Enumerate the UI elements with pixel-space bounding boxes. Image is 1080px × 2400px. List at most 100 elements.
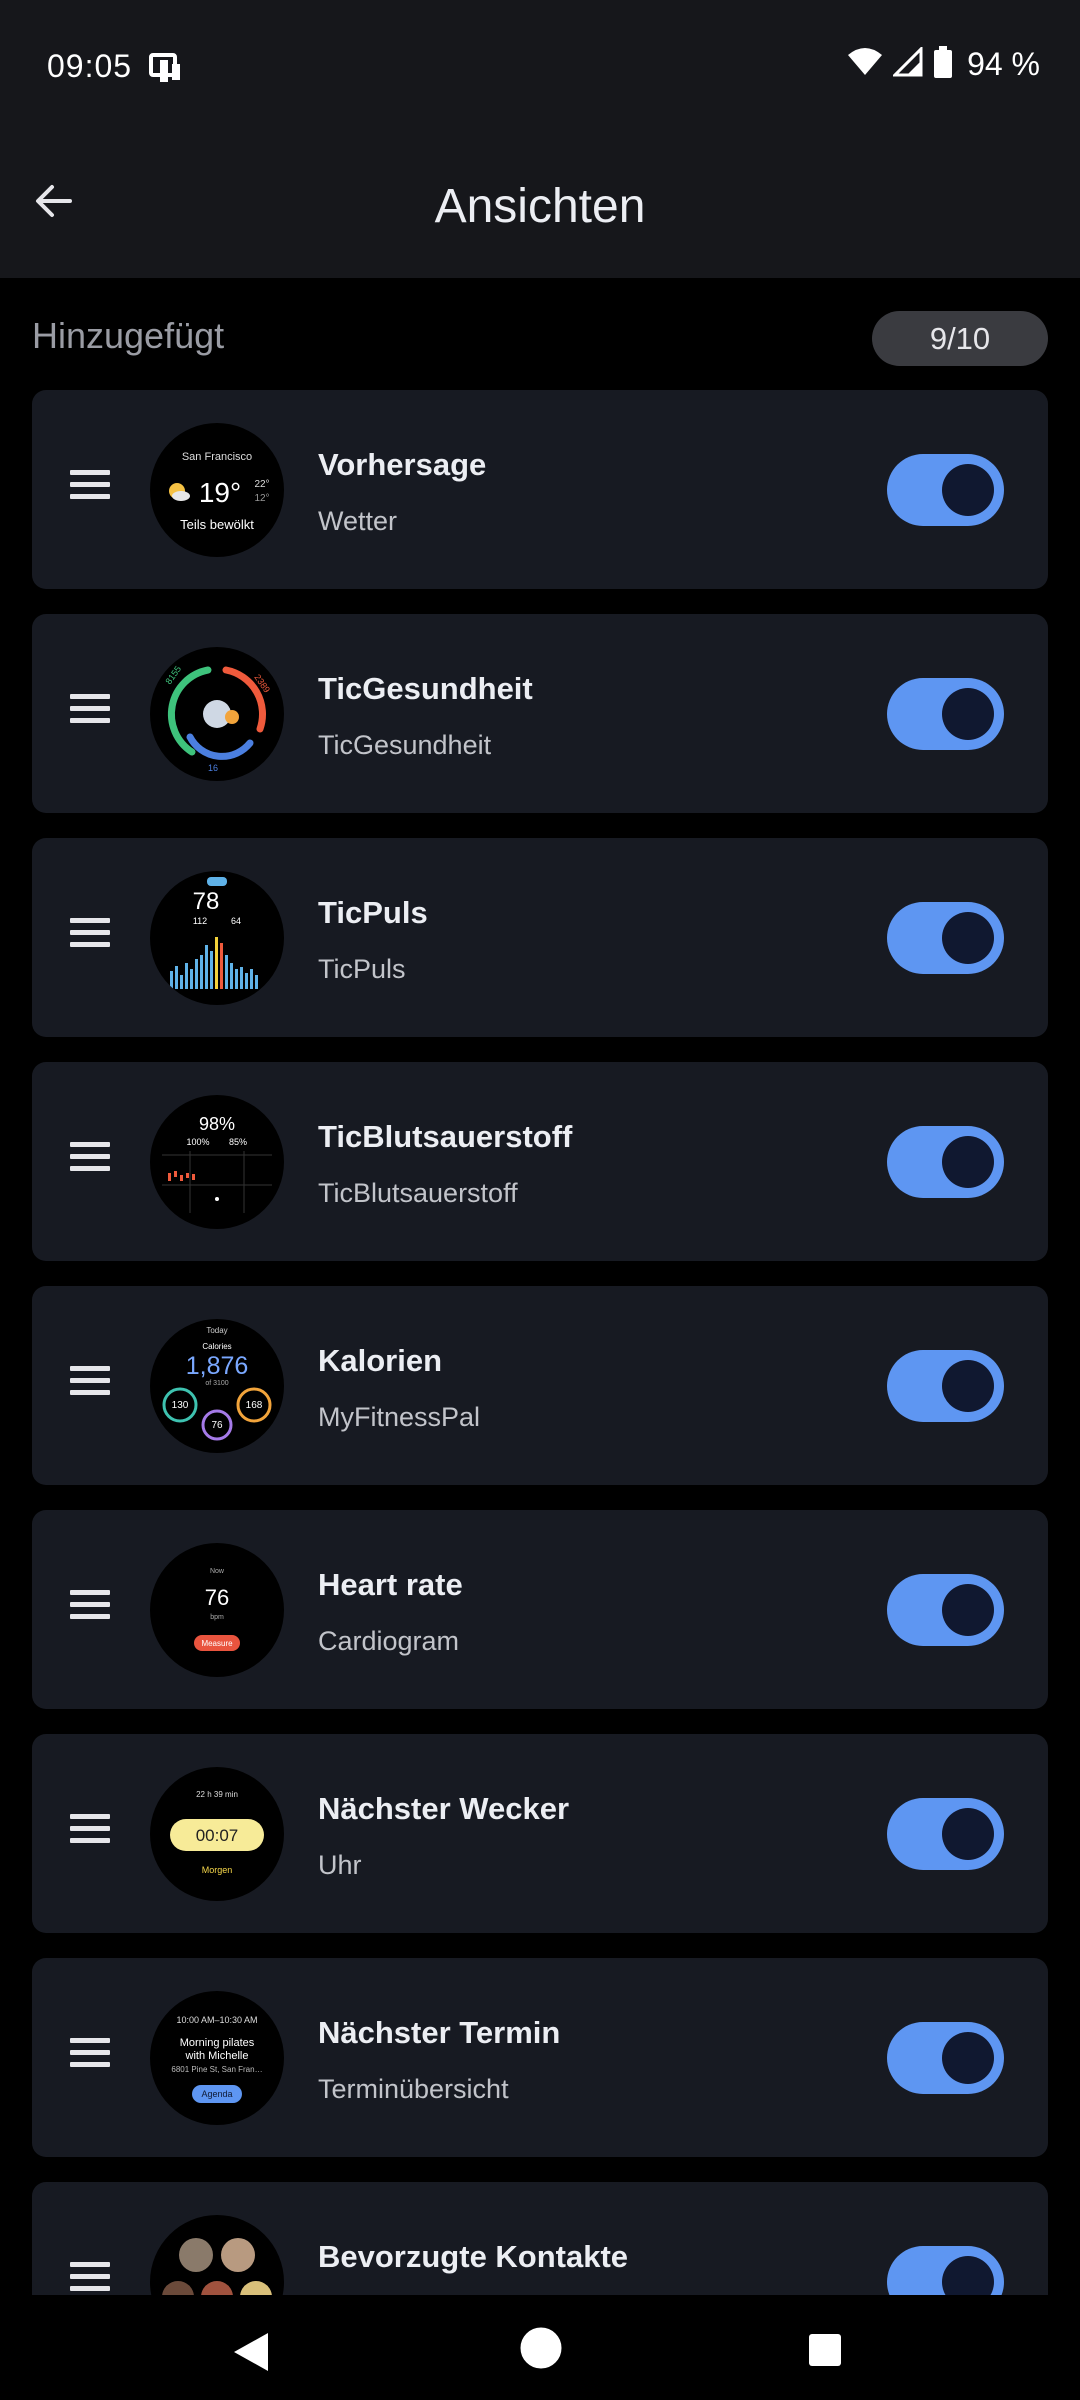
- preview-mins: 16: [208, 763, 218, 773]
- preview-event2: with Michelle: [185, 2050, 249, 2062]
- list-item[interactable]: 98% 100% 85% TicBlutsauerstoff TicBlutsa…: [32, 1062, 1048, 1261]
- preview-protein: 168: [246, 1400, 263, 1411]
- preview-value: 98%: [199, 1114, 235, 1134]
- tile-toggle[interactable]: [887, 1350, 1004, 1422]
- tile-preview: 98% 100% 85%: [150, 1095, 284, 1229]
- preview-temp: 19°: [199, 477, 241, 508]
- tile-preview: 8155 2389 16: [150, 647, 284, 781]
- drag-handle-icon[interactable]: [70, 2262, 110, 2295]
- tile-title: Nächster Wecker: [318, 1791, 570, 1826]
- tile-toggle[interactable]: [887, 1574, 1004, 1646]
- tile-toggle[interactable]: [887, 2246, 1004, 2295]
- list-item[interactable]: Bevorzugte Kontakte: [32, 2182, 1048, 2295]
- nav-back-button[interactable]: [232, 2331, 270, 2378]
- list-item[interactable]: Today Calories 1,876 of 3100 130 168 76 …: [32, 1286, 1048, 1485]
- list-item[interactable]: San Francisco 19° 22° 12° Teils bewölkt …: [32, 390, 1048, 589]
- preview-time: Now: [210, 1568, 225, 1575]
- preview-time: 00:07: [196, 1826, 239, 1845]
- preview-event1: Morning pilates: [180, 2037, 255, 2049]
- tile-title: Nächster Termin: [318, 2015, 561, 2050]
- drag-handle-icon[interactable]: [70, 1142, 110, 1182]
- tile-preview: 10:00 AM–10:30 AM Morning pilates with M…: [150, 1991, 284, 2125]
- circle-home-icon: [520, 2327, 562, 2369]
- drag-handle-icon[interactable]: [70, 1366, 110, 1406]
- tile-toggle[interactable]: [887, 902, 1004, 974]
- tile-toggle[interactable]: [887, 454, 1004, 526]
- page-title: Ansichten: [434, 180, 646, 233]
- status-icons: 94 %: [847, 45, 1040, 83]
- tile-title: TicPuls: [318, 895, 428, 930]
- preview-label: Morgen: [202, 1865, 233, 1875]
- tile-preview: San Francisco 19° 22° 12° Teils bewölkt: [150, 423, 284, 557]
- drag-handle-icon[interactable]: [70, 918, 110, 958]
- tile-toggle[interactable]: [887, 1126, 1004, 1198]
- drag-handle-icon[interactable]: [70, 1590, 110, 1630]
- preview-bpm: 78: [193, 888, 220, 915]
- preview-value: 76: [205, 1585, 229, 1610]
- signal-icon: [891, 45, 923, 82]
- list-item[interactable]: 22 h 39 min 00:07 Morgen Nächster Wecker…: [32, 1734, 1048, 1933]
- list-item[interactable]: Now 76 bpm Measure Heart rate Cardiogram: [32, 1510, 1048, 1709]
- drag-handle-icon[interactable]: [70, 1814, 110, 1854]
- status-bar: 09:05 94 %: [0, 0, 1080, 135]
- count-badge: 9/10: [872, 311, 1048, 366]
- preview-time: 10:00 AM–10:30 AM: [176, 2015, 257, 2025]
- preview-max: 112: [193, 916, 207, 926]
- list-item[interactable]: 78 112 64 TicPuls TicPuls: [32, 838, 1048, 1037]
- tile-title: Bevorzugte Kontakte: [318, 2239, 629, 2274]
- tile-preview: [150, 2215, 284, 2295]
- drag-handle-icon[interactable]: [70, 2038, 110, 2078]
- battery-icon: [933, 46, 953, 83]
- triangle-back-icon: [234, 2333, 268, 2371]
- tile-toggle[interactable]: [887, 2022, 1004, 2094]
- preview-high: 22°: [254, 479, 269, 490]
- app-bar: Ansichten: [0, 135, 1080, 278]
- preview-place: 6801 Pine St, San Fran…: [171, 2065, 262, 2074]
- preview-min: 85%: [229, 1137, 247, 1147]
- status-time: 09:05: [47, 48, 133, 84]
- preview-label: Calories: [202, 1342, 231, 1351]
- preview-day: Today: [206, 1326, 227, 1335]
- tile-subtitle: Wetter: [318, 506, 398, 536]
- battery-percent: 94 %: [967, 46, 1040, 82]
- preview-max: 100%: [186, 1137, 209, 1147]
- tile-toggle[interactable]: [887, 678, 1004, 750]
- preview-button: Agenda: [201, 2089, 232, 2099]
- tile-title: TicGesundheit: [318, 671, 533, 706]
- section-header: Hinzugefügt: [32, 315, 225, 356]
- preview-goal: of 3100: [205, 1380, 228, 1387]
- preview-min: 64: [231, 916, 241, 926]
- tile-subtitle: Cardiogram: [318, 1626, 460, 1656]
- wifi-icon: [847, 47, 883, 82]
- system-nav-bar: [0, 2295, 1080, 2400]
- tile-subtitle: TicGesundheit: [318, 730, 492, 760]
- tile-toggle[interactable]: [887, 1798, 1004, 1870]
- drag-handle-icon[interactable]: [70, 470, 110, 510]
- preview-unit: bpm: [210, 1614, 224, 1621]
- tile-subtitle: Terminübersicht: [318, 2074, 509, 2104]
- list-item[interactable]: 10:00 AM–10:30 AM Morning pilates with M…: [32, 1958, 1048, 2157]
- preview-remaining: 22 h 39 min: [196, 1790, 238, 1799]
- preview-low: 12°: [254, 493, 269, 504]
- tile-list[interactable]: San Francisco 19° 22° 12° Teils bewölkt …: [32, 390, 1048, 2295]
- nav-recents-button[interactable]: [808, 2333, 842, 2372]
- tile-title: Vorhersage: [318, 447, 487, 482]
- tile-preview: Today Calories 1,876 of 3100 130 168 76: [150, 1319, 284, 1453]
- tile-title: Heart rate: [318, 1567, 463, 1602]
- tile-subtitle: TicPuls: [318, 954, 406, 984]
- tile-title: TicBlutsauerstoff: [318, 1119, 573, 1154]
- tile-subtitle: TicBlutsauerstoff: [318, 1178, 518, 1208]
- drag-handle-icon[interactable]: [70, 694, 110, 734]
- tile-preview: 22 h 39 min 00:07 Morgen: [150, 1767, 284, 1901]
- preview-value: 1,876: [186, 1352, 249, 1380]
- notification-icon: [148, 52, 184, 91]
- tile-preview: Now 76 bpm Measure: [150, 1543, 284, 1677]
- tile-subtitle: Uhr: [318, 1850, 362, 1880]
- square-recents-icon: [809, 2334, 841, 2366]
- list-item[interactable]: 8155 2389 16 TicGesundheit TicGesundheit: [32, 614, 1048, 813]
- tile-preview: 78 112 64: [150, 871, 284, 1005]
- preview-fat: 76: [211, 1420, 223, 1431]
- tile-title: Kalorien: [318, 1343, 443, 1378]
- tile-subtitle: MyFitnessPal: [318, 1402, 481, 1432]
- nav-home-button[interactable]: [520, 2327, 562, 2374]
